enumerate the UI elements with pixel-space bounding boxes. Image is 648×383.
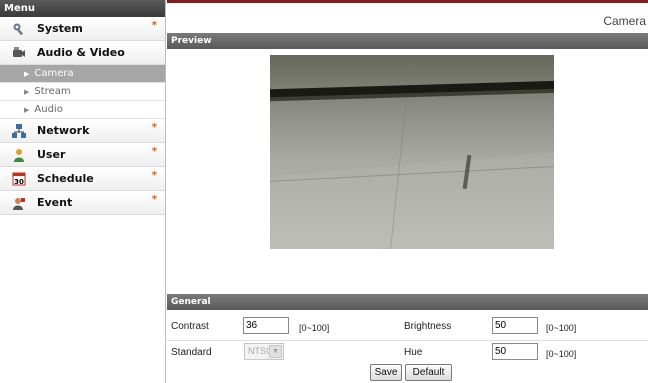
default-button[interactable]: Default <box>405 364 452 381</box>
page-title: Camera <box>603 14 646 28</box>
save-button[interactable]: Save <box>370 364 402 381</box>
sidebar-item-system[interactable]: System * <box>0 17 165 41</box>
sidebar-item-audio-video[interactable]: Audio & Video <box>0 41 165 65</box>
network-icon <box>12 123 26 138</box>
general-row-1: Contrast 36 [0~100] Brightness 50 [0~100… <box>167 315 648 337</box>
user-icon <box>12 148 26 162</box>
sidebar-item-label: System <box>37 22 83 35</box>
star-marker: * <box>151 194 157 205</box>
brightness-label: Brightness <box>404 321 452 332</box>
sidebar-subitem-stream[interactable]: ▶ Stream <box>0 83 165 101</box>
chevron-down-icon: ▼ <box>269 345 282 358</box>
preview-header: Preview <box>167 33 648 49</box>
event-icon <box>12 196 26 210</box>
hue-range: [0~100] <box>546 349 577 359</box>
general-header: General <box>167 294 648 310</box>
star-marker: * <box>151 20 157 31</box>
general-row-2: Standard NTSC ▼ Hue 50 [0~100] <box>167 340 648 362</box>
hue-label: Hue <box>404 347 423 358</box>
contrast-label: Contrast <box>171 321 209 332</box>
arrow-right-icon: ▶ <box>24 106 30 114</box>
sidebar-item-label: Event <box>37 196 73 209</box>
contrast-input[interactable]: 36 <box>243 317 289 334</box>
brightness-range: [0~100] <box>546 323 577 333</box>
sidebar-item-schedule[interactable]: 30 Schedule * <box>0 167 165 191</box>
sidebar-item-label: Schedule <box>37 172 94 185</box>
sidebar: Menu System * Audio & Video ▶ Camera ▶ Str… <box>0 0 166 383</box>
sidebar-item-label: User <box>37 148 66 161</box>
camera-preview <box>270 55 554 249</box>
calendar-icon: 30 <box>12 172 26 186</box>
sidebar-subitem-label: Camera <box>34 68 74 79</box>
star-marker: * <box>151 146 157 157</box>
sidebar-subitem-label: Audio <box>34 104 63 115</box>
hue-input[interactable]: 50 <box>492 343 538 360</box>
standard-label: Standard <box>171 347 212 358</box>
contrast-range: [0~100] <box>299 323 330 333</box>
camera-icon <box>12 46 26 60</box>
sidebar-item-network[interactable]: Network * <box>0 119 165 143</box>
sidebar-subitem-camera[interactable]: ▶ Camera <box>0 65 165 83</box>
brightness-input[interactable]: 50 <box>492 317 538 334</box>
top-accent-line <box>167 0 648 3</box>
sidebar-item-label: Network <box>37 124 90 137</box>
standard-select[interactable]: NTSC ▼ <box>244 343 284 360</box>
sidebar-item-label: Audio & Video <box>37 46 125 59</box>
star-marker: * <box>151 122 157 133</box>
sidebar-subitem-label: Stream <box>34 86 71 97</box>
star-marker: * <box>151 170 157 181</box>
main-content: Camera Preview General Contrast 36 [0~10… <box>167 0 648 383</box>
menu-header: Menu <box>0 0 165 17</box>
wrench-icon <box>12 22 26 36</box>
sidebar-item-user[interactable]: User * <box>0 143 165 167</box>
arrow-right-icon: ▶ <box>24 70 30 78</box>
calendar-icon-text: 30 <box>14 178 24 186</box>
sidebar-subitem-audio[interactable]: ▶ Audio <box>0 101 165 119</box>
arrow-right-icon: ▶ <box>24 88 30 96</box>
sidebar-item-event[interactable]: Event * <box>0 191 165 215</box>
